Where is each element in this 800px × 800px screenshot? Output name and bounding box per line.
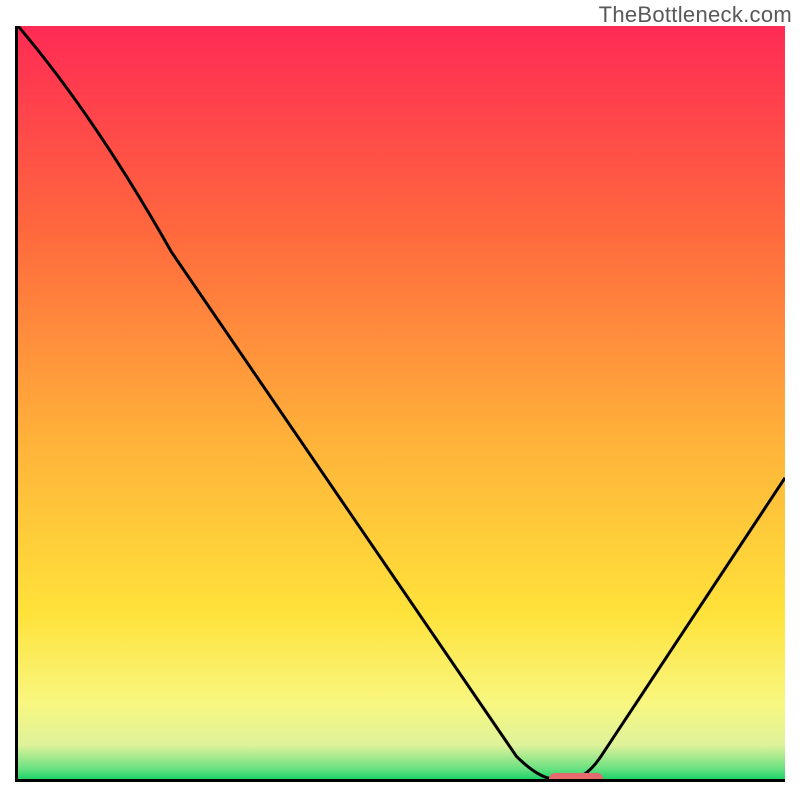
plot-area [15, 26, 785, 782]
bottleneck-curve [18, 26, 785, 779]
watermark-text: TheBottleneck.com [599, 2, 792, 28]
optimal-marker [549, 773, 603, 782]
chart-container: TheBottleneck.com [0, 0, 800, 800]
